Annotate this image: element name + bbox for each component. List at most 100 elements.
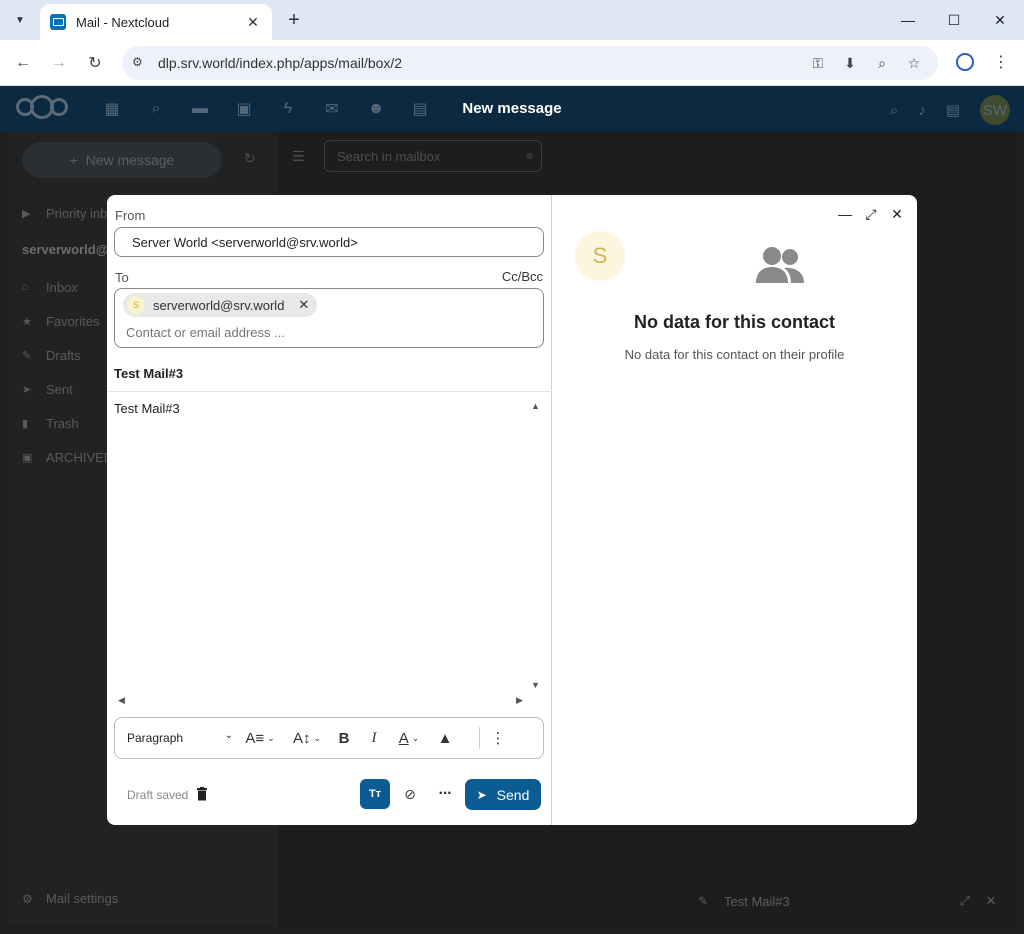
recipient-chip[interactable]: S serverworld@srv.world ✕ bbox=[123, 293, 318, 317]
font-family-button[interactable]: A≡ ⌄ bbox=[239, 724, 281, 752]
star-icon: ★ bbox=[22, 315, 32, 328]
from-label: From bbox=[115, 208, 146, 223]
refresh-icon[interactable]: ↻ bbox=[244, 150, 256, 167]
scroll-right-arrow-icon[interactable]: ▶ bbox=[516, 695, 523, 706]
bold-icon: B bbox=[338, 729, 350, 747]
fullscreen-icon[interactable]: ⤢ bbox=[862, 205, 880, 223]
pencil-icon: ✎ bbox=[22, 349, 32, 362]
trash-icon: ▮ bbox=[22, 417, 29, 430]
contact-pane: — ⤢ ✕ S No data for this contact No data… bbox=[552, 195, 917, 825]
unified-search-icon[interactable]: ⌕ bbox=[890, 102, 898, 119]
delete-draft-icon[interactable] bbox=[196, 787, 208, 801]
reload-icon[interactable]: ↻ bbox=[81, 49, 109, 77]
new-tab-button[interactable]: + bbox=[282, 8, 306, 32]
install-app-icon[interactable]: ⬇ bbox=[840, 53, 860, 73]
draft-status: Draft saved bbox=[127, 788, 189, 802]
minimize-window-icon[interactable]: — bbox=[888, 6, 928, 34]
expand-icon[interactable]: ⤢ bbox=[952, 893, 978, 909]
address-bar[interactable]: ⚙ dlp.srv.world/index.php/apps/mail/box/… bbox=[122, 46, 938, 80]
paragraph-style-select[interactable]: Paragraph ⌄ bbox=[115, 718, 239, 758]
close-icon[interactable]: ✕ bbox=[888, 205, 906, 223]
scroll-left-arrow-icon[interactable]: ◀ bbox=[118, 695, 125, 706]
tab-close-icon[interactable]: ✕ bbox=[244, 13, 262, 31]
header-right: ⌕ ♪ ▤ SW bbox=[890, 95, 1010, 125]
font-size-icon: A↕ bbox=[292, 729, 311, 747]
formatting-toolbar: Paragraph ⌄ A≡ ⌄ A↕ ⌄ B I A ⌄ ▲ ⋮ bbox=[114, 717, 544, 759]
tab-search-button[interactable]: ▼ bbox=[8, 8, 32, 32]
to-field[interactable]: S serverworld@srv.world ✕ bbox=[114, 288, 544, 348]
toggle-navigation-icon[interactable]: ☰ bbox=[292, 148, 305, 165]
paperclip-icon[interactable]: ⊘ bbox=[399, 783, 421, 805]
chevron-down-icon: ⌄ bbox=[411, 732, 420, 743]
forward-arrow-icon[interactable]: → bbox=[45, 49, 73, 77]
zoom-icon[interactable]: ⌕ bbox=[872, 53, 892, 73]
notifications-icon[interactable]: ♪ bbox=[918, 102, 926, 119]
scroll-up-arrow-icon[interactable]: ▲ bbox=[531, 401, 540, 411]
archive-icon: ▣ bbox=[22, 451, 33, 464]
mailbox-search-input[interactable]: Search in mailbox ≡ bbox=[324, 140, 542, 172]
chevron-down-icon: ▼ bbox=[15, 14, 25, 26]
more-vertical-icon: ⋮ bbox=[490, 730, 506, 747]
recipient-avatar: S bbox=[127, 296, 145, 314]
italic-icon: I bbox=[371, 729, 377, 746]
new-message-button[interactable]: + New message bbox=[22, 142, 222, 178]
scroll-down-arrow-icon[interactable]: ▼ bbox=[531, 680, 540, 690]
priority-icon: ▶ bbox=[22, 207, 31, 220]
send-icon: ➤ bbox=[22, 383, 32, 396]
minimized-compose-bar[interactable]: ✎ Test Mail#3 ⤢ ✕ bbox=[688, 884, 1004, 918]
text-format-toggle-button[interactable]: Tт bbox=[360, 779, 390, 809]
to-label: To bbox=[115, 270, 129, 285]
chevron-down-icon: ⌄ bbox=[267, 732, 275, 743]
subject-field[interactable]: Test Mail#3 bbox=[114, 366, 183, 381]
italic-button[interactable]: I bbox=[359, 724, 389, 752]
chevron-down-icon: ⌄ bbox=[313, 732, 322, 743]
bookmark-star-icon[interactable]: ☆ bbox=[904, 53, 924, 73]
send-button[interactable]: ➤ Send bbox=[465, 779, 541, 810]
chevron-down-icon: ⌄ bbox=[224, 730, 233, 741]
key-icon[interactable]: ⚿ bbox=[808, 53, 828, 73]
contacts-group-icon bbox=[756, 247, 804, 283]
nextcloud-header: ▦ ⌕ ▬ ▣ ϟ ✉ ☻ ▤ New message ⌕ ♪ ▤ SW bbox=[0, 86, 1024, 132]
image-upload-icon: ▲ bbox=[437, 729, 453, 747]
font-family-icon: A≡ bbox=[245, 729, 265, 747]
back-arrow-icon[interactable]: ← bbox=[9, 49, 37, 77]
browser-toolbar: ← → ↻ ⚙ dlp.srv.world/index.php/apps/mai… bbox=[0, 40, 1024, 86]
close-window-icon[interactable]: ✕ bbox=[980, 6, 1020, 34]
font-color-button[interactable]: A ⌄ bbox=[389, 724, 429, 752]
recipient-email: serverworld@srv.world bbox=[153, 297, 285, 313]
contacts-menu-icon[interactable]: ▤ bbox=[946, 101, 960, 119]
message-body[interactable]: Test Mail#3 bbox=[114, 401, 180, 416]
filter-icon[interactable]: ≡ bbox=[526, 149, 533, 163]
mail-favicon-icon bbox=[50, 14, 66, 30]
minimize-icon[interactable]: — bbox=[836, 205, 854, 223]
minimized-compose-title: Test Mail#3 bbox=[724, 893, 790, 909]
bold-button[interactable]: B bbox=[329, 724, 359, 752]
profile-icon[interactable] bbox=[952, 49, 978, 75]
more-formatting-button[interactable]: ⋮ bbox=[486, 724, 510, 752]
insert-image-button[interactable]: ▲ bbox=[429, 724, 461, 752]
send-icon: ➤ bbox=[476, 787, 487, 802]
divider bbox=[479, 727, 480, 749]
url-text: dlp.srv.world/index.php/apps/mail/box/2 bbox=[158, 55, 403, 71]
tab-title: Mail - Nextcloud bbox=[76, 14, 170, 30]
to-input[interactable] bbox=[126, 325, 526, 340]
divider bbox=[107, 391, 552, 392]
pencil-icon: ✎ bbox=[698, 894, 709, 908]
user-avatar[interactable]: SW bbox=[980, 95, 1010, 125]
cc-bcc-button[interactable]: Cc/Bcc bbox=[502, 269, 543, 284]
browser-menu-icon[interactable]: ⋮ bbox=[988, 49, 1014, 75]
no-data-subtitle: No data for this contact on their profil… bbox=[624, 347, 845, 362]
close-icon[interactable]: ✕ bbox=[978, 893, 1004, 909]
maximize-window-icon[interactable]: ☐ bbox=[934, 6, 974, 34]
mail-settings-link[interactable]: ⚙ Mail settings bbox=[22, 891, 118, 906]
contact-avatar: S bbox=[575, 231, 625, 281]
remove-recipient-icon[interactable]: ✕ bbox=[298, 297, 309, 313]
font-size-button[interactable]: A↕ ⌄ bbox=[285, 724, 329, 752]
browser-tab-bar: ▼ Mail - Nextcloud ✕ + — ☐ ✕ bbox=[0, 0, 1024, 40]
site-info-icon[interactable]: ⚙ bbox=[132, 55, 148, 71]
no-data-title: No data for this contact bbox=[633, 312, 835, 332]
compose-pane: From Server World <serverworld@srv.world… bbox=[107, 195, 552, 825]
browser-tab-mail[interactable]: Mail - Nextcloud ✕ bbox=[40, 4, 272, 40]
from-select[interactable]: Server World <serverworld@srv.world> bbox=[114, 227, 544, 257]
more-actions-icon[interactable]: ··· bbox=[433, 783, 457, 805]
